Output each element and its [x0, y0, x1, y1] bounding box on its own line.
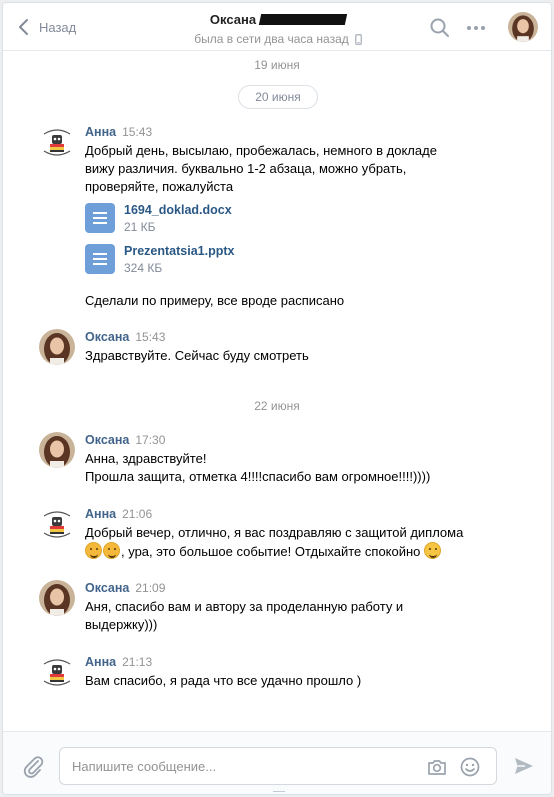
message-line: Прошла защита, отметка 4!!!!спасибо вам … [85, 469, 431, 484]
message-time: 15:43 [122, 125, 153, 139]
woman-photo-icon [508, 12, 538, 42]
document-icon [85, 203, 115, 233]
document-attachment[interactable]: 1694_doklad.docx 21 КБ [85, 201, 232, 235]
smiling-emoji-icon [424, 542, 442, 559]
chat-window: Назад Оксана была в сети два часа назад … [2, 2, 552, 795]
paperclip-icon[interactable] [21, 754, 45, 778]
message-line: Добрый вечер, отлично, я вас поздравляю … [85, 525, 464, 540]
message-group: Оксана 21:09 Аня, спасибо вам и автору за… [39, 580, 519, 636]
message-group: Анна 21:06 Добрый вечер, отлично, я вас п… [39, 506, 519, 562]
avatar[interactable] [39, 654, 75, 690]
message-text: Анна, здравствуйте! Прошла защита, отмет… [85, 450, 515, 486]
document-icon [85, 244, 115, 274]
message-text: Сделали по примеру, все вроде расписано [85, 293, 345, 308]
message-time: 21:13 [122, 655, 153, 669]
message-group: Анна 21:13 Вам спасибо, я рада что все уд… [39, 654, 519, 694]
woman-photo-icon [39, 329, 75, 365]
mobile-icon [354, 33, 362, 45]
author-name[interactable]: Анна [85, 507, 116, 521]
document-attachment[interactable]: Prezentatsia1.pptx 324 КБ [85, 242, 234, 276]
message-text: Аня, спасибо вам и автору за проделанную… [85, 599, 404, 632]
message-text: Добрый день, высылаю, пробежалась, немно… [85, 143, 437, 194]
date-pill: 20 июня [238, 85, 318, 109]
date-divider: 19 июня [254, 58, 300, 72]
camera-icon[interactable] [426, 756, 448, 778]
avatar[interactable] [39, 124, 75, 160]
document-name[interactable]: Prezentatsia1.pptx [124, 244, 234, 258]
message-group: Анна 15:43 Добрый день, высылаю, пробежал… [39, 124, 519, 314]
message-text: Здравствуйте. Сейчас буду смотреть [85, 348, 309, 363]
hugging-emoji-icon [85, 542, 102, 559]
date-divider: 22 июня [254, 399, 300, 413]
message-text: Добрый вечер, отлично, я вас поздравляю … [85, 524, 515, 561]
chevron-left-icon [19, 19, 28, 35]
message-history[interactable]: 19 июня 20 июня Анна 15:43 Добрый день, в… [3, 51, 551, 731]
message-group: Оксана 17:30 Анна, здравствуйте! Прошла з… [39, 432, 519, 488]
document-name[interactable]: 1694_doklad.docx [124, 203, 232, 217]
sticker-logo-icon [39, 124, 75, 160]
redaction-mark [258, 14, 348, 25]
sticker-logo-icon [39, 654, 75, 690]
send-icon[interactable] [513, 755, 535, 777]
message-time: 21:09 [135, 581, 166, 595]
message-input[interactable] [72, 748, 402, 784]
avatar[interactable] [39, 329, 75, 365]
message-time: 17:30 [135, 433, 166, 447]
document-size: 324 КБ [124, 260, 163, 275]
peer-avatar[interactable] [508, 12, 538, 42]
hugging-emoji-icon [103, 542, 120, 559]
sticker-logo-icon [39, 506, 75, 542]
more-icon[interactable] [465, 17, 487, 39]
author-name[interactable]: Оксана [85, 433, 129, 447]
author-name[interactable]: Анна [85, 655, 116, 669]
search-icon[interactable] [429, 17, 451, 39]
avatar[interactable] [39, 506, 75, 542]
woman-photo-icon [39, 580, 75, 616]
document-size: 21 КБ [124, 219, 156, 234]
back-button[interactable]: Назад [17, 15, 76, 39]
message-input-box[interactable] [59, 747, 497, 785]
message-time: 15:43 [135, 330, 166, 344]
message-text: Вам спасибо, я рада что все удачно прошл… [85, 673, 362, 688]
message-composer [3, 731, 551, 794]
back-label: Назад [39, 19, 77, 35]
chat-header: Назад Оксана была в сети два часа назад [3, 3, 551, 51]
peer-status: была в сети два часа назад [194, 32, 349, 46]
author-name[interactable]: Оксана [85, 581, 129, 595]
woman-photo-icon [39, 432, 75, 468]
peer-name: Оксана [209, 12, 257, 27]
resize-grip[interactable] [273, 791, 285, 794]
emoji-picker-icon[interactable] [459, 756, 481, 778]
message-line: Анна, здравствуйте! [85, 451, 207, 466]
message-line: , ура, это большое событие! Отдыхайте сп… [121, 544, 421, 559]
message-group: Оксана 15:43 Здравствуйте. Сейчас буду см… [39, 329, 519, 369]
message-time: 21:06 [122, 507, 153, 521]
avatar[interactable] [39, 580, 75, 616]
author-name[interactable]: Оксана [85, 330, 129, 344]
clipped-previous-text [33, 51, 293, 54]
author-name[interactable]: Анна [85, 125, 116, 139]
avatar[interactable] [39, 432, 75, 468]
peer-info[interactable]: Оксана была в сети два часа назад [153, 12, 403, 46]
